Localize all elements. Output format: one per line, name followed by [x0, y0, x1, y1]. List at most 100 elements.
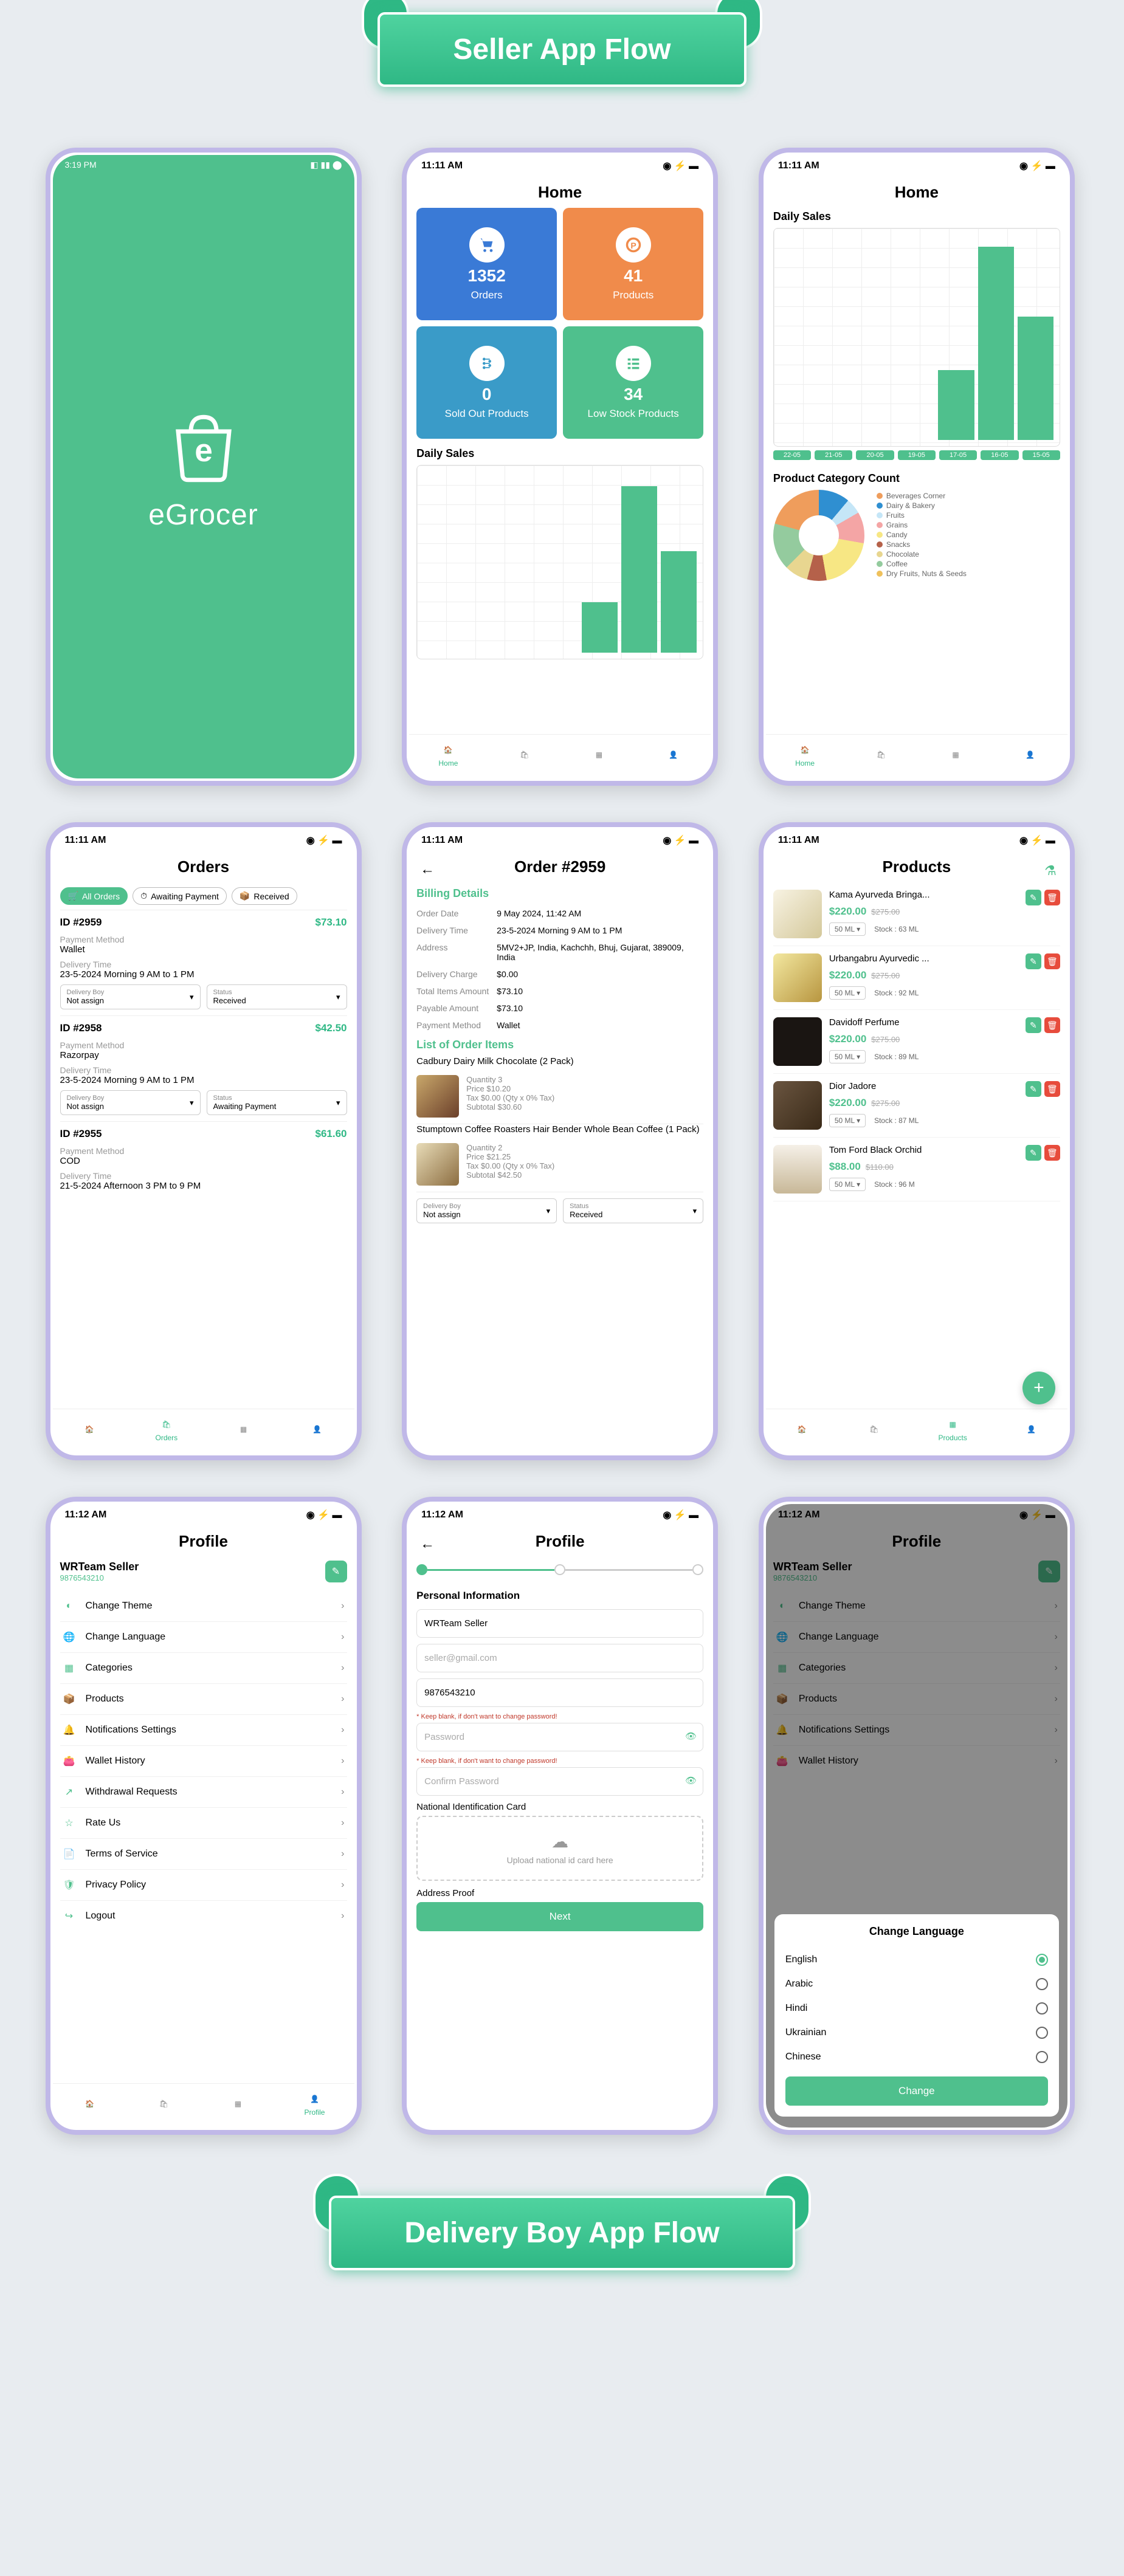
back-button[interactable]: ←	[420, 1536, 435, 1553]
delete-button[interactable]: 🗑	[1044, 890, 1060, 905]
menu-item[interactable]: 📄Terms of Service›	[60, 1839, 347, 1870]
filter-icon[interactable]: ⚗	[1044, 863, 1057, 879]
confirm-password-input[interactable]: Confirm Password👁	[416, 1767, 703, 1796]
nav-profile[interactable]: 👤	[309, 1421, 325, 1437]
lang-option[interactable]: Hindi	[785, 1996, 1048, 2021]
menu-item[interactable]: ↪Logout›	[60, 1901, 347, 1931]
menu-item[interactable]: 📦Products›	[60, 1684, 347, 1715]
unit-select[interactable]: 50 ML ▾	[829, 1114, 866, 1127]
order-row[interactable]: ID #2958$42.50	[60, 1015, 347, 1040]
menu-item[interactable]: ☆Rate Us›	[60, 1808, 347, 1839]
edit-button[interactable]: ✎	[1026, 890, 1041, 905]
nav-orders[interactable]: 🛍	[866, 1421, 882, 1437]
nav-home[interactable]: 🏠	[81, 1421, 97, 1437]
product-card[interactable]: Tom Ford Black Orchid ✎🗑 $88.00$110.00 5…	[773, 1138, 1060, 1201]
product-card[interactable]: Urbangabru Ayurvedic ... ✎🗑 $220.00$275.…	[773, 946, 1060, 1010]
password-input[interactable]: Password👁	[416, 1723, 703, 1751]
stat-orders[interactable]: 1352Orders	[416, 208, 557, 320]
menu-item[interactable]: 🛡Privacy Policy›	[60, 1870, 347, 1901]
nav-profile[interactable]: 👤	[1023, 1421, 1039, 1437]
item-image	[416, 1143, 459, 1186]
eye-icon[interactable]: 👁	[685, 1775, 697, 1786]
edit-button[interactable]: ✎	[1026, 1081, 1041, 1097]
stat-lowstock[interactable]: 34Low Stock Products	[563, 326, 703, 439]
detail-value: 5MV2+JP, India, Kachchh, Bhuj, Gujarat, …	[497, 943, 703, 962]
menu-item[interactable]: ↗Withdrawal Requests›	[60, 1777, 347, 1808]
delivery-boy-select[interactable]: Delivery BoyNot assign	[60, 1090, 201, 1115]
unit-select[interactable]: 50 ML ▾	[829, 1050, 866, 1063]
lang-option[interactable]: Ukrainian	[785, 2021, 1048, 2045]
change-button[interactable]: Change	[785, 2076, 1048, 2106]
detail-row: Delivery Charge$0.00	[416, 966, 703, 983]
unit-select[interactable]: 50 ML ▾	[829, 1178, 866, 1191]
delivery-boy-select[interactable]: Delivery BoyNot assign	[416, 1198, 557, 1223]
upload-nid[interactable]: ☁ Upload national id card here	[416, 1816, 703, 1881]
page-title: Order #2959	[409, 851, 711, 882]
daily-sales-chart	[416, 465, 703, 659]
nav-products[interactable]: ▦Products	[938, 1417, 967, 1442]
product-card[interactable]: Kama Ayurveda Bringa... ✎🗑 $220.00$275.0…	[773, 882, 1060, 946]
delete-button[interactable]: 🗑	[1044, 1145, 1060, 1161]
nav-profile[interactable]: 👤Profile	[304, 2091, 325, 2117]
lang-option[interactable]: English	[785, 1948, 1048, 1972]
order-row[interactable]: ID #2959$73.10	[60, 910, 347, 935]
nav-profile[interactable]: 👤	[1022, 747, 1038, 763]
menu-item[interactable]: ▦Categories›	[60, 1653, 347, 1684]
status-icons: ◧ ▮▮ ⬤	[310, 160, 342, 170]
edit-profile-button[interactable]: ✎	[325, 1561, 347, 1582]
nav-products[interactable]: ▦	[591, 747, 607, 763]
nav-home[interactable]: 🏠Home	[438, 742, 458, 768]
donut-chart-row: Beverages Corner Dairy & Bakery Fruits G…	[773, 490, 1060, 581]
name-input[interactable]: WRTeam Seller	[416, 1609, 703, 1638]
back-button[interactable]: ←	[420, 861, 435, 878]
next-button[interactable]: Next	[416, 1902, 703, 1931]
edit-button[interactable]: ✎	[1026, 1017, 1041, 1033]
filter-all-orders[interactable]: 🛒All Orders	[60, 887, 128, 905]
order-row[interactable]: ID #2955$61.60	[60, 1121, 347, 1146]
email-input[interactable]: seller@gmail.com	[416, 1644, 703, 1672]
phone-input[interactable]: 9876543210	[416, 1678, 703, 1707]
nav-products[interactable]: ▦	[230, 2096, 246, 2112]
phone-splash: 3:19 PM ◧ ▮▮ ⬤ e eGrocer	[46, 148, 362, 786]
eye-icon[interactable]: 👁	[685, 1731, 697, 1742]
menu-item[interactable]: 🔔Notifications Settings›	[60, 1715, 347, 1746]
status-select[interactable]: StatusReceived	[207, 984, 347, 1009]
legend-item: Coffee	[877, 560, 967, 568]
edit-button[interactable]: ✎	[1026, 953, 1041, 969]
lang-option[interactable]: Chinese	[785, 2045, 1048, 2069]
status-select[interactable]: StatusAwaiting Payment	[207, 1090, 347, 1115]
nav-home[interactable]: 🏠	[81, 2096, 97, 2112]
filter-awaiting[interactable]: ⏱Awaiting Payment	[133, 887, 227, 905]
status-select[interactable]: StatusReceived	[563, 1198, 703, 1223]
stat-soldout[interactable]: 0Sold Out Products	[416, 326, 557, 439]
delete-button[interactable]: 🗑	[1044, 1017, 1060, 1033]
legend-item: Fruits	[877, 511, 967, 520]
price: $220.00	[829, 905, 866, 918]
stat-products[interactable]: P41Products	[563, 208, 703, 320]
add-product-fab[interactable]: +	[1022, 1372, 1055, 1404]
product-card[interactable]: Davidoff Perfume ✎🗑 $220.00$275.00 50 ML…	[773, 1010, 1060, 1074]
unit-select[interactable]: 50 ML ▾	[829, 986, 866, 1000]
delete-button[interactable]: 🗑	[1044, 1081, 1060, 1097]
unit-select[interactable]: 50 ML ▾	[829, 922, 866, 936]
menu-item[interactable]: ◐Change Theme›	[60, 1591, 347, 1622]
menu-item[interactable]: 👛Wallet History›	[60, 1746, 347, 1777]
nav-orders[interactable]: 🛍	[156, 2096, 171, 2112]
nav-orders[interactable]: 🛍	[874, 747, 889, 763]
product-card[interactable]: Dior Jadore ✎🗑 $220.00$275.00 50 ML ▾Sto…	[773, 1074, 1060, 1138]
lang-option[interactable]: Arabic	[785, 1972, 1048, 1996]
edit-button[interactable]: ✎	[1026, 1145, 1041, 1161]
nav-profile[interactable]: 👤	[666, 747, 681, 763]
nav-orders[interactable]: 🛍	[517, 747, 533, 763]
nav-products[interactable]: ▦	[236, 1421, 252, 1437]
nav-home[interactable]: 🏠Home	[795, 742, 815, 768]
nav-products[interactable]: ▦	[948, 747, 964, 763]
nav-home[interactable]: 🏠	[794, 1421, 810, 1437]
brand-name: eGrocer	[148, 498, 258, 532]
item-info: Quantity 3 Price $10.20 Tax $0.00 (Qty x…	[466, 1075, 554, 1118]
delete-button[interactable]: 🗑	[1044, 953, 1060, 969]
delivery-boy-select[interactable]: Delivery BoyNot assign	[60, 984, 201, 1009]
filter-received[interactable]: 📦Received	[232, 887, 297, 905]
menu-item[interactable]: 🌐Change Language›	[60, 1622, 347, 1653]
nav-orders[interactable]: 🛍Orders	[155, 1417, 178, 1442]
